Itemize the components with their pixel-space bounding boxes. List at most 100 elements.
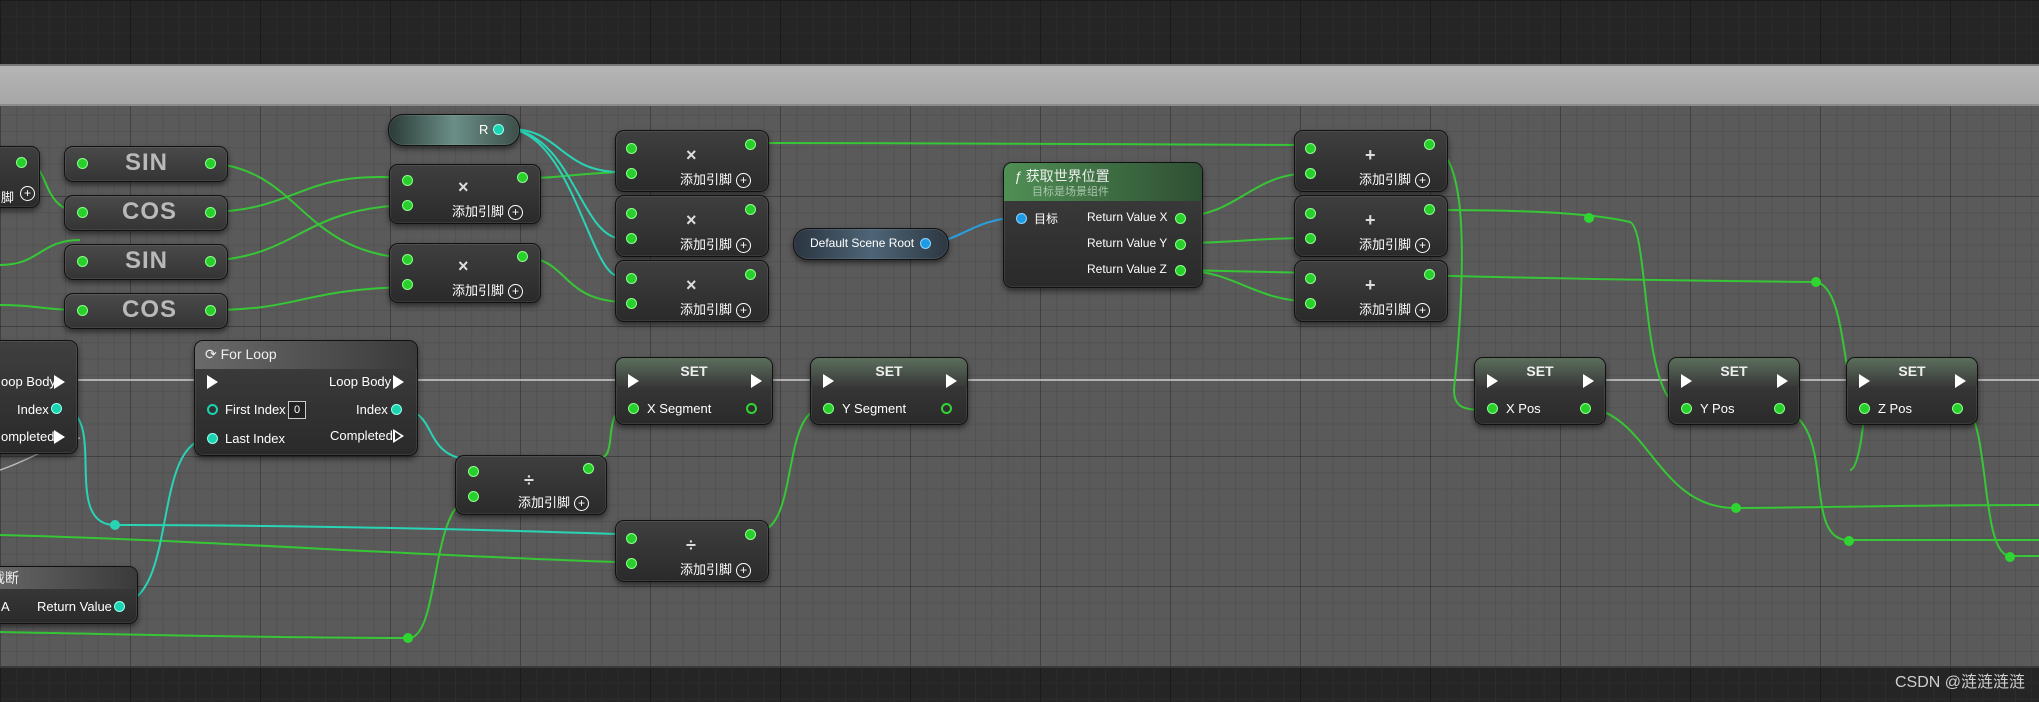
value-output-pin[interactable] xyxy=(1774,403,1785,414)
add-pin-button[interactable]: 添加引脚 + xyxy=(518,492,590,512)
output-pin[interactable] xyxy=(205,158,216,169)
exec-input-pin[interactable] xyxy=(628,374,639,388)
set-node-x-segment[interactable]: SET X Segment xyxy=(615,357,773,425)
set-node-z-pos[interactable]: SET Z Pos xyxy=(1846,357,1978,425)
r-variable-node[interactable]: R xyxy=(388,114,520,146)
return-y-pin[interactable] xyxy=(1175,239,1186,250)
return-z-pin[interactable] xyxy=(1175,265,1186,276)
add-pin-button[interactable]: 添加引脚 + xyxy=(1359,169,1431,189)
target-input-pin[interactable] xyxy=(1016,213,1027,224)
exec-output-pin[interactable] xyxy=(1777,374,1788,388)
input-pin[interactable] xyxy=(77,158,88,169)
add-node[interactable]: + 添加引脚 + xyxy=(1294,130,1448,192)
output-pin[interactable] xyxy=(205,207,216,218)
output-pin[interactable] xyxy=(205,256,216,267)
cos-node[interactable]: COS xyxy=(64,293,228,329)
output-pin[interactable] xyxy=(205,305,216,316)
input-pin-b[interactable] xyxy=(626,168,637,179)
return-x-pin[interactable] xyxy=(1175,213,1186,224)
value-input-pin[interactable] xyxy=(628,403,639,414)
index-output-pin[interactable] xyxy=(391,404,402,415)
add-pin-button[interactable]: 添加引脚 + xyxy=(680,234,752,254)
multiply-node[interactable]: × 添加引脚 + xyxy=(615,130,769,192)
input-pin[interactable] xyxy=(77,256,88,267)
r-output-pin[interactable] xyxy=(493,124,504,135)
partial-node-top[interactable]: 脚 + xyxy=(0,146,40,208)
add-pin-button[interactable]: 添加引脚 + xyxy=(680,299,752,319)
completed-exec-pin[interactable] xyxy=(393,429,404,443)
add-pin-button[interactable]: 添加引脚 + xyxy=(1359,234,1431,254)
output-pin[interactable] xyxy=(1424,139,1435,150)
add-pin-button[interactable]: 添加引脚 + xyxy=(1359,299,1431,319)
first-index-pin[interactable] xyxy=(207,404,218,415)
divide-node[interactable]: ÷ 添加引脚 + xyxy=(455,455,607,515)
index-output-pin[interactable] xyxy=(51,403,62,414)
input-pin-a[interactable] xyxy=(626,143,637,154)
exec-input-pin[interactable] xyxy=(1681,374,1692,388)
exec-input-pin[interactable] xyxy=(823,374,834,388)
get-world-location-node[interactable]: ƒ 获取世界位置 目标是场景组件 目标 Return Value X Retur… xyxy=(1003,162,1203,288)
multiply-node[interactable]: × 添加引脚 + xyxy=(389,164,541,224)
cos-node[interactable]: COS xyxy=(64,195,228,231)
output-pin[interactable] xyxy=(1424,269,1435,280)
output-pin[interactable] xyxy=(517,251,528,262)
output-pin[interactable] xyxy=(745,529,756,540)
output-pin[interactable] xyxy=(517,172,528,183)
output-pin[interactable] xyxy=(583,463,594,474)
first-index-value[interactable]: 0 xyxy=(288,401,306,419)
add-pin-button[interactable]: 添加引脚 + xyxy=(680,559,752,579)
input-pin-a[interactable] xyxy=(1305,208,1316,219)
value-output-pin[interactable] xyxy=(1580,403,1591,414)
input-pin-a[interactable] xyxy=(468,466,479,477)
input-pin-a[interactable] xyxy=(1305,273,1316,284)
input-pin[interactable] xyxy=(77,305,88,316)
input-pin-b[interactable] xyxy=(626,558,637,569)
multiply-node[interactable]: × 添加引脚 + xyxy=(615,195,769,257)
exec-output-pin[interactable] xyxy=(946,374,957,388)
completed-exec-pin[interactable] xyxy=(54,430,65,444)
input-pin-a[interactable] xyxy=(626,273,637,284)
input-pin-a[interactable] xyxy=(626,208,637,219)
multiply-node[interactable]: × 添加引脚 + xyxy=(615,260,769,322)
last-index-pin[interactable] xyxy=(207,433,218,444)
sin-node[interactable]: SIN xyxy=(64,146,228,182)
exec-output-pin[interactable] xyxy=(751,374,762,388)
output-pin[interactable] xyxy=(745,204,756,215)
default-scene-root-node[interactable]: Default Scene Root xyxy=(793,228,949,260)
value-input-pin[interactable] xyxy=(1681,403,1692,414)
sin-node[interactable]: SIN xyxy=(64,244,228,280)
value-output-pin[interactable] xyxy=(1952,403,1963,414)
input-pin-b[interactable] xyxy=(1305,298,1316,309)
set-node-y-segment[interactable]: SET Y Segment xyxy=(810,357,968,425)
input-pin-b[interactable] xyxy=(626,298,637,309)
for-loop-node[interactable]: ⟳ For Loop Loop Body First Index 0 Index… xyxy=(194,340,418,456)
input-pin-b[interactable] xyxy=(468,491,479,502)
output-pin[interactable] xyxy=(16,157,27,168)
add-node[interactable]: + 添加引脚 + xyxy=(1294,260,1448,322)
return-value-pin[interactable] xyxy=(114,601,125,612)
exec-input-pin[interactable] xyxy=(1859,374,1870,388)
divide-node[interactable]: ÷ 添加引脚 + xyxy=(615,520,769,582)
multiply-node[interactable]: × 添加引脚 + xyxy=(389,243,541,303)
input-pin-a[interactable] xyxy=(626,533,637,544)
output-pin[interactable] xyxy=(745,269,756,280)
exec-input-pin[interactable] xyxy=(207,375,218,389)
partial-for-loop-node[interactable]: oop Body Index ompleted xyxy=(0,340,78,454)
input-pin-b[interactable] xyxy=(402,200,413,211)
add-node[interactable]: + 添加引脚 + xyxy=(1294,195,1448,257)
output-pin[interactable] xyxy=(745,139,756,150)
output-pin[interactable] xyxy=(1424,204,1435,215)
value-input-pin[interactable] xyxy=(823,403,834,414)
input-pin-b[interactable] xyxy=(626,233,637,244)
input-pin-b[interactable] xyxy=(1305,168,1316,179)
set-node-y-pos[interactable]: SET Y Pos xyxy=(1668,357,1800,425)
input-pin[interactable] xyxy=(77,207,88,218)
value-output-pin[interactable] xyxy=(746,403,757,414)
add-pin-button[interactable]: 添加引脚 + xyxy=(452,280,524,300)
set-node-x-pos[interactable]: SET X Pos xyxy=(1474,357,1606,425)
exec-output-pin[interactable] xyxy=(1955,374,1966,388)
value-input-pin[interactable] xyxy=(1859,403,1870,414)
value-output-pin[interactable] xyxy=(941,403,952,414)
value-input-pin[interactable] xyxy=(1487,403,1498,414)
input-pin-b[interactable] xyxy=(1305,233,1316,244)
